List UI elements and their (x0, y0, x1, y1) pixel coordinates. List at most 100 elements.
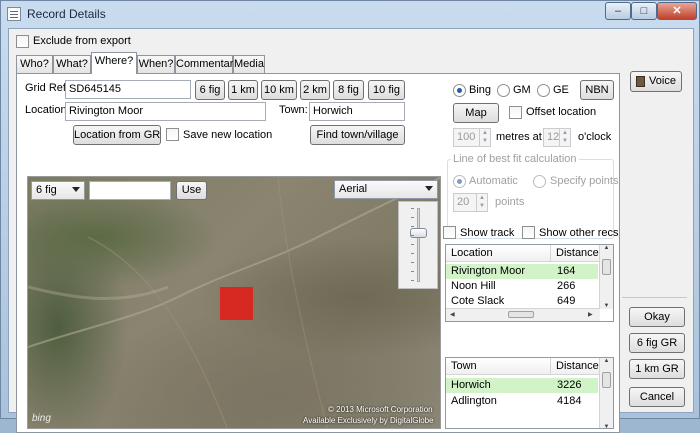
map-grid-ref-input[interactable] (89, 181, 171, 200)
cancel-button[interactable]: Cancel (629, 387, 685, 407)
find-town-button[interactable]: Find town/village (310, 125, 405, 145)
offset-oclock-stepper[interactable]: 12 ▲ ▼ (543, 128, 571, 147)
speaker-icon (636, 75, 646, 87)
map-view-value: Aerial (339, 183, 368, 195)
map-button[interactable]: Map (453, 103, 499, 123)
location-input[interactable]: Rivington Moor (65, 102, 266, 121)
save-new-location-label: Save new location (183, 129, 273, 141)
tab-media[interactable]: Media (233, 55, 265, 73)
map-precision-select[interactable]: 6 fig (31, 181, 85, 200)
one-km-button[interactable]: 1 km (228, 80, 258, 100)
two-km-button[interactable]: 2 km (300, 80, 330, 100)
tab-commentary[interactable]: Commentary (175, 55, 239, 73)
offset-metres-value: 100 (457, 131, 476, 143)
automatic-radio[interactable] (453, 175, 466, 188)
scroll-down-icon[interactable]: ▼ (600, 303, 613, 309)
location-label: Location: (25, 104, 70, 116)
offset-location-label: Offset location (526, 106, 597, 118)
minimize-button[interactable]: – (605, 2, 631, 20)
title-bar[interactable]: Record Details – □ ✕ (1, 1, 699, 27)
tab-who[interactable]: Who? (16, 55, 53, 73)
location-column-header[interactable]: Location (451, 247, 493, 259)
location-grid[interactable]: Location Distance Rivington Moor 164 Noo… (445, 244, 614, 322)
record-location-square[interactable] (220, 287, 253, 320)
tab-what[interactable]: What? (53, 55, 91, 73)
offset-location-checkbox[interactable] (509, 106, 522, 119)
column-divider (550, 245, 551, 262)
document-icon (7, 7, 21, 21)
bing-radio[interactable] (453, 84, 466, 97)
six-fig-button[interactable]: 6 fig (195, 80, 225, 100)
scroll-down-icon[interactable]: ▼ (600, 424, 613, 428)
location-grid-header: Location Distance (446, 245, 600, 262)
ge-radio[interactable] (537, 84, 550, 97)
nbn-button[interactable]: NBN (580, 80, 614, 100)
town-grid[interactable]: Town Distance Horwich 3226 Adlington 418… (445, 357, 614, 429)
location-cell: Cote Slack (451, 295, 505, 307)
scroll-thumb[interactable] (602, 372, 611, 388)
distance-cell: 3226 (557, 379, 582, 391)
zoom-thumb[interactable] (410, 228, 427, 238)
specify-points-radio[interactable] (533, 175, 546, 188)
maximize-button[interactable]: □ (631, 2, 657, 20)
scroll-right-icon[interactable]: ▶ (588, 311, 593, 318)
town-column-header[interactable]: Town (451, 360, 477, 372)
table-row[interactable]: Adlington 4184 (446, 394, 598, 409)
ge-label: GE (553, 84, 569, 96)
table-row[interactable]: Horwich 3226 (446, 378, 598, 393)
best-fit-title: Line of best fit calculation (451, 153, 579, 165)
okay-button[interactable]: Okay (629, 307, 685, 327)
map-use-button[interactable]: Use (176, 181, 207, 200)
town-input[interactable]: Horwich (309, 102, 405, 121)
distance-column-header[interactable]: Distance (556, 247, 599, 259)
vertical-scrollbar[interactable]: ▲ ▼ (599, 358, 613, 428)
scroll-left-icon[interactable]: ◀ (450, 311, 455, 318)
offset-oclock-value: 12 (547, 131, 560, 143)
scroll-up-icon[interactable]: ▲ (600, 358, 613, 364)
save-new-location-checkbox[interactable] (166, 128, 179, 141)
six-fig-gr-button[interactable]: 6 fig GR (629, 333, 685, 353)
close-button[interactable]: ✕ (657, 2, 697, 20)
table-row[interactable]: Noon Hill 266 (446, 279, 598, 294)
scroll-thumb[interactable] (602, 259, 611, 275)
aerial-map[interactable]: 6 fig Use Aerial bing © 2013 Microsoft C… (27, 176, 441, 429)
grid-ref-input[interactable]: SD645145 (65, 80, 191, 99)
location-from-gr-button[interactable]: Location from GR (73, 125, 161, 145)
zoom-slider[interactable] (398, 201, 438, 289)
points-stepper[interactable]: 20 ▲ ▼ (453, 193, 488, 212)
bing-label: Bing (469, 84, 492, 96)
table-row[interactable]: Cote Slack 649 (446, 294, 598, 309)
one-km-gr-button[interactable]: 1 km GR (629, 359, 685, 379)
tab-where[interactable]: Where? (91, 52, 137, 74)
voice-label: Voice (649, 75, 676, 87)
location-cell: Rivington Moor (451, 265, 525, 277)
points-label: points (495, 196, 525, 208)
location-cell: Noon Hill (451, 280, 496, 292)
vertical-scrollbar[interactable]: ▲ ▼ (599, 245, 613, 309)
voice-button[interactable]: Voice (630, 71, 682, 92)
window-title: Record Details (27, 7, 106, 21)
chevron-down-icon (72, 187, 80, 192)
zoom-track (417, 208, 420, 282)
ten-km-button[interactable]: 10 km (261, 80, 297, 100)
scroll-up-icon[interactable]: ▲ (600, 245, 613, 251)
exclude-from-export-checkbox[interactable] (16, 35, 29, 48)
town-cell: Horwich (451, 379, 491, 391)
horizontal-scrollbar[interactable]: ◀ ▶ (446, 308, 600, 321)
scroll-thumb[interactable] (508, 311, 534, 318)
table-row[interactable]: Rivington Moor 164 (446, 264, 598, 279)
offset-metres-stepper[interactable]: 100 ▲ ▼ (453, 128, 491, 147)
distance-column-header[interactable]: Distance (556, 360, 599, 372)
gm-radio[interactable] (497, 84, 510, 97)
ten-fig-button[interactable]: 10 fig (368, 80, 405, 100)
town-grid-header: Town Distance (446, 358, 600, 375)
map-view-select[interactable]: Aerial (334, 180, 438, 199)
show-other-recs-checkbox[interactable] (522, 226, 535, 239)
show-track-label: Show track (460, 227, 515, 239)
town-cell: Adlington (451, 395, 497, 407)
tab-when[interactable]: When? (137, 55, 175, 73)
side-divider (622, 297, 687, 298)
eight-fig-button[interactable]: 8 fig (333, 80, 364, 100)
show-track-checkbox[interactable] (443, 226, 456, 239)
distance-cell: 4184 (557, 395, 582, 407)
